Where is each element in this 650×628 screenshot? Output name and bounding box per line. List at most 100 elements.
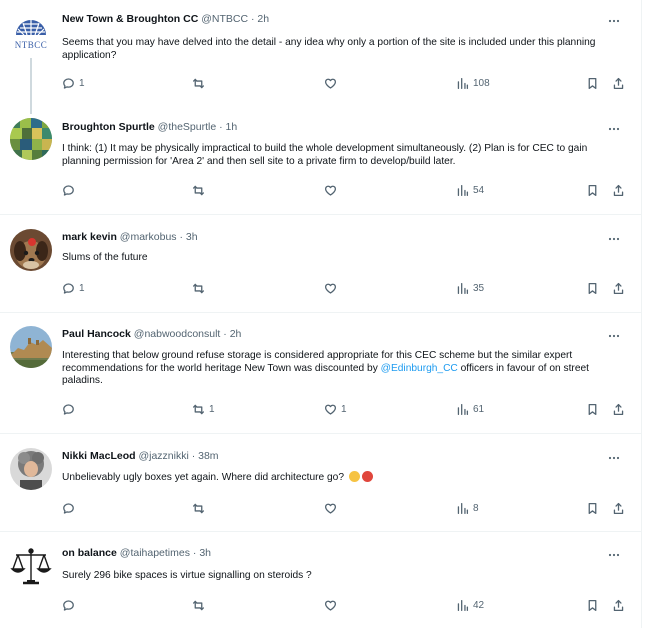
timestamp[interactable]: · 3h — [193, 547, 211, 559]
tweet[interactable]: NTBCC New Town & Broughton CC @NTBCC · 2… — [0, 0, 641, 114]
avatar[interactable] — [10, 229, 52, 271]
tweet-text: I think: (1) It may be physically imprac… — [62, 143, 588, 167]
avatar[interactable]: NTBCC — [10, 13, 52, 55]
more-options-icon[interactable] — [607, 329, 621, 343]
tweet-text: Seems that you may have delved into the … — [62, 37, 596, 61]
more-options-icon[interactable] — [607, 548, 621, 562]
handle[interactable]: @jazznikki — [138, 450, 188, 462]
more-options-icon[interactable] — [607, 14, 621, 28]
timestamp[interactable]: · 2h — [223, 328, 241, 340]
more-options-icon[interactable] — [607, 451, 621, 465]
tweet[interactable]: on balance @taihapetimes · 3h Surely 296… — [0, 531, 641, 628]
display-name[interactable]: Paul Hancock — [62, 328, 131, 340]
display-name[interactable]: Broughton Spurtle — [62, 121, 155, 133]
views-button[interactable]: 61 — [456, 401, 484, 417]
views-button[interactable]: 35 — [456, 280, 484, 296]
heart-icon — [324, 600, 337, 611]
reply-icon — [63, 184, 74, 196]
handle[interactable]: @markobus — [120, 231, 177, 243]
like-button[interactable]: 1 — [324, 401, 347, 417]
retweet-icon — [192, 404, 205, 414]
bookmark-button[interactable] — [586, 597, 599, 613]
handle[interactable]: @taihapetimes — [120, 547, 190, 559]
bookmark-icon — [588, 599, 597, 611]
display-name[interactable]: New Town & Broughton CC — [62, 13, 198, 25]
views-button[interactable]: 108 — [456, 75, 490, 91]
timestamp[interactable]: · 2h — [251, 13, 269, 25]
display-name[interactable]: Nikki MacLeod — [62, 450, 136, 462]
display-name[interactable]: mark kevin — [62, 231, 117, 243]
share-button[interactable] — [612, 500, 625, 516]
views-count: 35 — [473, 282, 485, 294]
like-button[interactable] — [324, 597, 341, 613]
share-icon — [613, 282, 624, 294]
reply-button[interactable]: 1 — [62, 280, 85, 296]
bookmark-button[interactable] — [586, 500, 599, 516]
tweet[interactable]: Broughton Spurtle @theSpurtle · 1h I thi… — [0, 110, 641, 215]
handle[interactable]: @NTBCC — [201, 13, 248, 25]
retweet-button[interactable] — [192, 280, 209, 296]
views-count: 61 — [473, 403, 485, 415]
display-name[interactable]: on balance — [62, 547, 117, 559]
reply-button[interactable] — [62, 182, 79, 198]
timestamp[interactable]: · 1h — [219, 121, 237, 133]
handle[interactable]: @nabwoodconsult — [134, 328, 221, 340]
like-button[interactable] — [324, 182, 341, 198]
retweet-icon — [192, 503, 205, 513]
bookmark-button[interactable] — [586, 182, 599, 198]
retweet-button[interactable]: 1 — [192, 401, 215, 417]
avatar[interactable] — [10, 545, 52, 587]
heart-icon — [324, 283, 337, 294]
tweet[interactable]: mark kevin @markobus · 3h Slums of the f… — [0, 214, 641, 313]
tweet[interactable]: Nikki MacLeod @jazznikki · 38m Unbelieva… — [0, 433, 641, 532]
retweet-count: 1 — [209, 403, 215, 415]
timestamp[interactable]: · 3h — [179, 231, 197, 243]
share-icon — [613, 403, 624, 415]
retweet-icon — [192, 185, 205, 195]
share-button[interactable] — [612, 597, 625, 613]
tweet-header: on balance @taihapetimes · 3h — [62, 546, 211, 560]
share-button[interactable] — [612, 75, 625, 91]
timestamp[interactable]: · 38m — [192, 450, 219, 462]
bookmark-icon — [588, 403, 597, 415]
reply-icon — [63, 282, 74, 294]
tweet-text: Interesting that below ground refuse sto… — [62, 350, 622, 388]
reply-button[interactable] — [62, 597, 79, 613]
views-button[interactable]: 42 — [456, 597, 484, 613]
reply-button[interactable] — [62, 500, 79, 516]
handle[interactable]: @theSpurtle — [158, 121, 217, 133]
retweet-button[interactable] — [192, 75, 209, 91]
like-button[interactable] — [324, 75, 341, 91]
retweet-button[interactable] — [192, 597, 209, 613]
avatar[interactable] — [10, 118, 52, 160]
avatar[interactable] — [10, 326, 52, 368]
views-count: 8 — [473, 502, 479, 514]
bookmark-icon — [588, 282, 597, 294]
share-button[interactable] — [612, 401, 625, 417]
share-button[interactable] — [612, 182, 625, 198]
views-icon — [457, 77, 469, 89]
more-options-icon[interactable] — [607, 122, 621, 136]
mention-link[interactable]: @Edinburgh_CC — [381, 363, 458, 374]
tweet[interactable]: Paul Hancock @nabwoodconsult · 2h Intere… — [0, 312, 641, 434]
bookmark-button[interactable] — [586, 401, 599, 417]
retweet-icon — [192, 600, 205, 610]
tweet-header: Broughton Spurtle @theSpurtle · 1h — [62, 120, 237, 134]
tweet-text: Surely 296 bike spaces is virtue signall… — [62, 570, 312, 581]
views-button[interactable]: 54 — [456, 182, 484, 198]
share-icon — [613, 502, 624, 514]
like-button[interactable] — [324, 280, 341, 296]
views-button[interactable]: 8 — [456, 500, 479, 516]
views-icon — [457, 184, 469, 196]
share-button[interactable] — [612, 280, 625, 296]
bookmark-button[interactable] — [586, 280, 599, 296]
avatar[interactable] — [10, 448, 52, 490]
like-button[interactable] — [324, 500, 341, 516]
retweet-button[interactable] — [192, 182, 209, 198]
retweet-button[interactable] — [192, 500, 209, 516]
bookmark-button[interactable] — [586, 75, 599, 91]
more-options-icon[interactable] — [607, 232, 621, 246]
reply-button[interactable] — [62, 401, 79, 417]
views-icon — [457, 502, 469, 514]
reply-button[interactable]: 1 — [62, 75, 85, 91]
